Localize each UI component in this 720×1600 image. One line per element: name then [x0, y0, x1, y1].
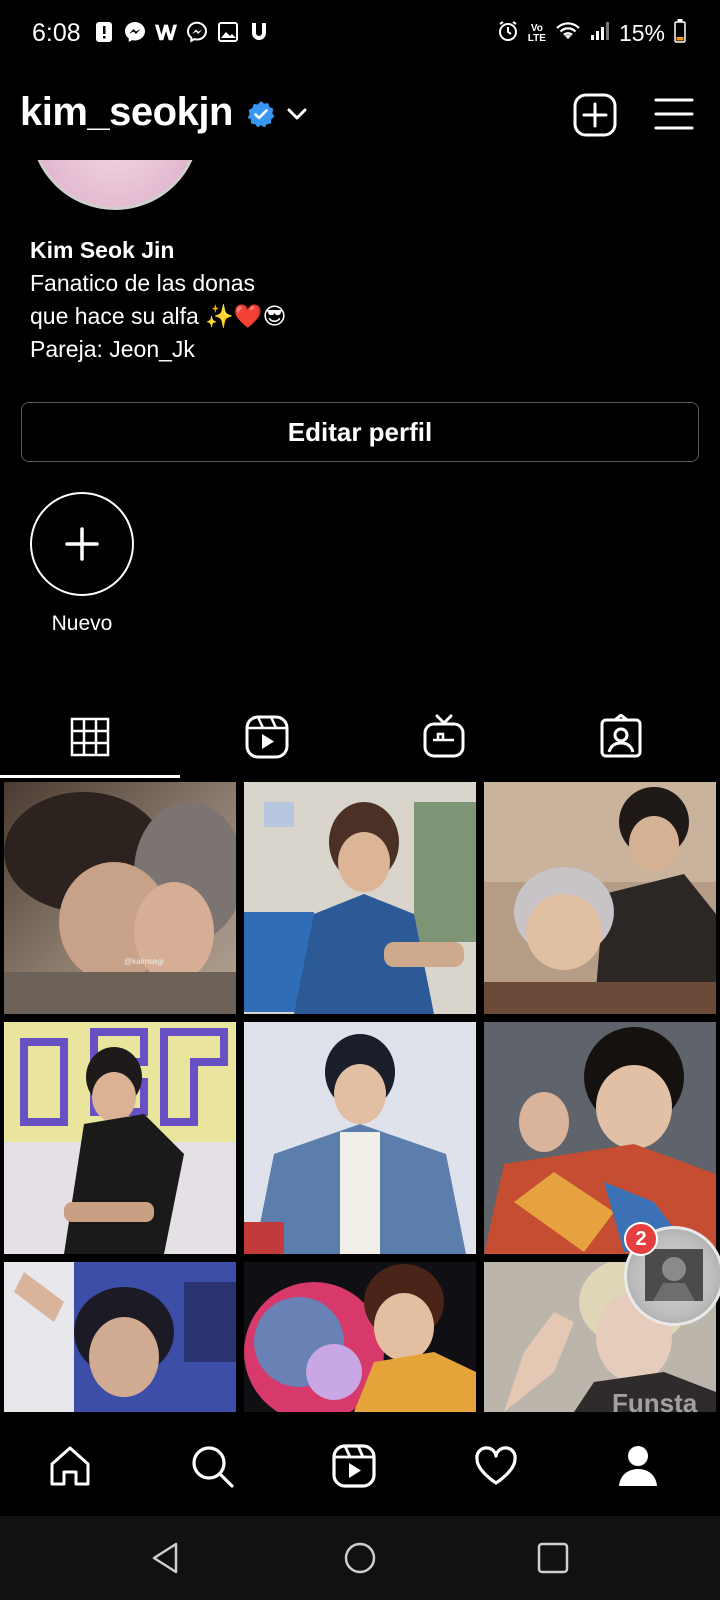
recents-icon[interactable] [535, 1540, 571, 1576]
funsta-watermark: Funsta [612, 1388, 698, 1418]
plus-icon [65, 527, 99, 561]
notification-icons [92, 20, 271, 44]
home-icon[interactable] [46, 1442, 94, 1490]
messenger-icon [123, 20, 147, 44]
alarm-icon [497, 20, 519, 47]
profile-header: kim_seokjn [0, 78, 720, 158]
system-nav-bar [0, 1516, 720, 1600]
alert-icon [92, 20, 116, 44]
bio-line-2: que hace su alfa ✨❤️😎 [30, 303, 287, 329]
post-tile[interactable]: @kaimsegi [4, 782, 236, 1014]
grid-tab[interactable] [67, 714, 113, 760]
volte-icon: Vo LTE [527, 22, 546, 44]
profile-tabs [0, 700, 720, 780]
verified-badge-icon [247, 100, 275, 128]
search-icon[interactable] [188, 1442, 236, 1490]
post-tile[interactable] [484, 782, 716, 1014]
edit-profile-button[interactable]: Editar perfil [21, 402, 699, 462]
bio-line-3[interactable]: Pareja: Jeon_Jk [30, 333, 286, 366]
gallery-icon [216, 20, 240, 44]
home-circle-icon[interactable] [342, 1540, 378, 1576]
heart-icon[interactable] [472, 1442, 520, 1490]
username[interactable]: kim_seokjn [20, 90, 233, 135]
notification-badge: 2 [624, 1222, 658, 1256]
tagged-tab[interactable] [598, 713, 644, 760]
bio-line-1: Fanatico de las donas [30, 270, 256, 296]
bottom-nav [0, 1420, 720, 1516]
reels-tab[interactable] [244, 714, 290, 760]
u-app-icon [247, 20, 271, 44]
signal-icon [590, 21, 610, 46]
chevron-down-icon[interactable] [285, 102, 309, 126]
battery-percent: 15% [618, 20, 665, 46]
highlight-label: Nuevo [51, 612, 113, 635]
wifi-icon [555, 20, 581, 47]
post-tile[interactable] [244, 1262, 476, 1412]
w-app-icon [154, 20, 178, 44]
post-tile[interactable] [4, 1022, 236, 1254]
profile-icon[interactable] [614, 1442, 662, 1490]
system-status: Vo LTE 15% [497, 19, 686, 48]
igtv-tab[interactable] [421, 714, 467, 760]
post-tile[interactable] [484, 1022, 716, 1254]
status-time: 6:08 [32, 19, 81, 47]
avatar-container [20, 160, 220, 215]
bio: Kim Seok Jin Fanatico de las donas que h… [30, 234, 286, 366]
tile-watermark: @kaimsegi [124, 957, 164, 966]
status-bar: 6:08 Vo LTE 15% [0, 0, 720, 70]
post-tile[interactable] [244, 782, 476, 1014]
avatar[interactable] [30, 160, 200, 210]
new-post-button[interactable] [573, 93, 617, 137]
reels-icon[interactable] [330, 1442, 378, 1490]
active-tab-indicator [0, 775, 180, 778]
messenger-outline-icon [185, 20, 209, 44]
post-tile[interactable] [244, 1022, 476, 1254]
back-icon[interactable] [148, 1540, 184, 1576]
menu-button[interactable] [654, 96, 694, 132]
display-name: Kim Seok Jin [30, 237, 175, 263]
battery-icon [674, 19, 686, 48]
new-highlight-button[interactable] [30, 492, 134, 596]
post-tile[interactable] [4, 1262, 236, 1412]
